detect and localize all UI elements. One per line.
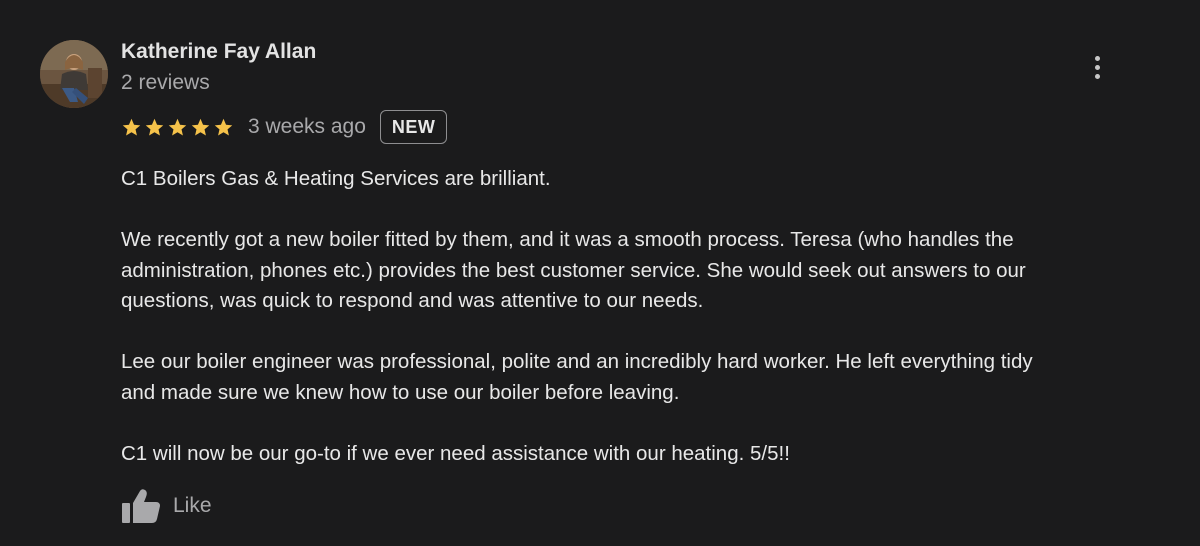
more-vert-icon[interactable] (1082, 50, 1112, 84)
menu-dot (1094, 73, 1100, 79)
like-button[interactable]: Like (121, 487, 212, 525)
review-paragraph: Lee our boiler engineer was professional… (121, 350, 1033, 373)
review-text: C1 Boilers Gas & Heating Services are br… (121, 164, 1121, 469)
menu-dot (1094, 64, 1100, 70)
star-icon (191, 118, 210, 136)
review-date: 3 weeks ago (248, 115, 366, 138)
like-label: Like (173, 494, 212, 517)
new-badge: NEW (379, 110, 448, 144)
review-paragraph: questions, was quick to respond and was … (121, 289, 704, 312)
thumbs-up-icon (122, 489, 160, 523)
review-paragraph: We recently got a new boiler fitted by t… (121, 228, 1014, 251)
author-name[interactable]: Katherine Fay Allan (121, 40, 316, 64)
menu-dot (1094, 55, 1100, 61)
star-icon (122, 118, 141, 136)
review-meta: 3 weeks ago NEW (121, 109, 448, 145)
avatar[interactable] (40, 40, 108, 108)
star-icon (168, 118, 187, 136)
star-rating (121, 117, 234, 138)
star-icon (145, 118, 164, 136)
review-paragraph: administration, phones etc.) provides th… (121, 258, 1026, 282)
review-paragraph: C1 will now be our go-to if we ever need… (121, 441, 790, 465)
star-icon (214, 118, 233, 136)
review-card: Katherine Fay Allan 2 reviews 3 weeks ag… (0, 0, 1200, 546)
author-review-count[interactable]: 2 reviews (121, 71, 210, 95)
review-paragraph: C1 Boilers Gas & Heating Services are br… (121, 167, 551, 190)
review-paragraph: and made sure we knew how to use our boi… (121, 380, 680, 404)
